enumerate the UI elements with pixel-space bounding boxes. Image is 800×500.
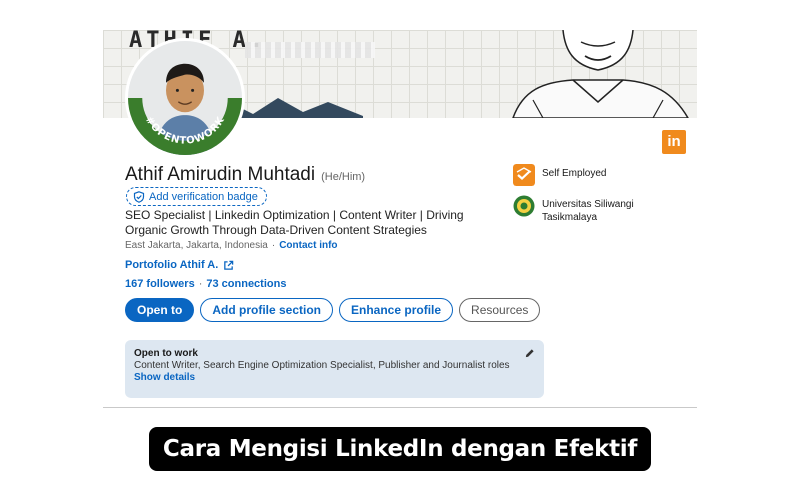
- open-to-button[interactable]: Open to: [125, 298, 195, 322]
- university-logo-icon: [513, 195, 535, 217]
- profile-headline: SEO Specialist | Linkedin Optimization |…: [125, 208, 464, 237]
- network-separator: ·: [198, 278, 203, 290]
- network-stats: 167 followers · 73 connections: [125, 278, 286, 290]
- open-to-work-title: Open to work: [134, 348, 198, 359]
- portfolio-label: Portofolio Athif A.: [125, 259, 219, 271]
- connections-link[interactable]: 73 connections: [206, 278, 286, 290]
- location-row: East Jakarta, Jakarta, Indonesia · Conta…: [125, 240, 338, 251]
- profile-name: Athif Amirudin Muhtadi: [125, 164, 316, 185]
- contact-info-link[interactable]: Contact info: [279, 240, 337, 251]
- caption-banner: Cara Mengisi LinkedIn dengan Efektif: [149, 427, 651, 471]
- linkedin-logo-icon: in: [662, 130, 686, 154]
- avatar[interactable]: #OPENTOWORK: [125, 38, 245, 158]
- experience-item[interactable]: Self Employed: [513, 164, 663, 186]
- open-to-work-card: Open to work Content Writer, Search Engi…: [125, 340, 544, 398]
- shield-check-icon: [133, 190, 145, 203]
- location-separator: ·: [271, 240, 276, 251]
- experience-summary: Self Employed Universitas Siliwangi Tasi…: [513, 164, 663, 233]
- resources-button[interactable]: Resources: [459, 298, 541, 322]
- external-link-icon: [224, 260, 234, 270]
- banner-scribble: [245, 42, 375, 58]
- education-label: Universitas Siliwangi Tasikmalaya: [542, 199, 634, 223]
- profile-pronouns: (He/Him): [321, 171, 366, 183]
- verification-badge-label: Add verification badge: [149, 190, 258, 203]
- followers-link[interactable]: 167 followers: [125, 278, 195, 290]
- avatar-photo: #OPENTOWORK: [128, 41, 242, 155]
- experience-label: Self Employed: [542, 168, 607, 179]
- banner-illustration: [512, 30, 689, 118]
- self-employed-logo-icon: [513, 164, 535, 186]
- profile-card: ATHIF A. #OPE: [103, 30, 697, 408]
- profile-name-row: Athif Amirudin Muhtadi (He/Him): [125, 164, 365, 186]
- portfolio-link[interactable]: Portofolio Athif A.: [125, 259, 234, 271]
- show-details-link[interactable]: Show details: [134, 372, 535, 383]
- add-profile-section-button[interactable]: Add profile section: [200, 298, 334, 322]
- profile-actions: Open to Add profile section Enhance prof…: [125, 298, 541, 322]
- profile-location: East Jakarta, Jakarta, Indonesia: [125, 240, 268, 251]
- add-verification-badge-button[interactable]: Add verification badge: [126, 187, 267, 206]
- pencil-icon[interactable]: [524, 348, 535, 359]
- education-item[interactable]: Universitas Siliwangi Tasikmalaya: [513, 195, 663, 224]
- enhance-profile-button[interactable]: Enhance profile: [339, 298, 454, 322]
- open-to-work-roles: Content Writer, Search Engine Optimizati…: [134, 360, 510, 371]
